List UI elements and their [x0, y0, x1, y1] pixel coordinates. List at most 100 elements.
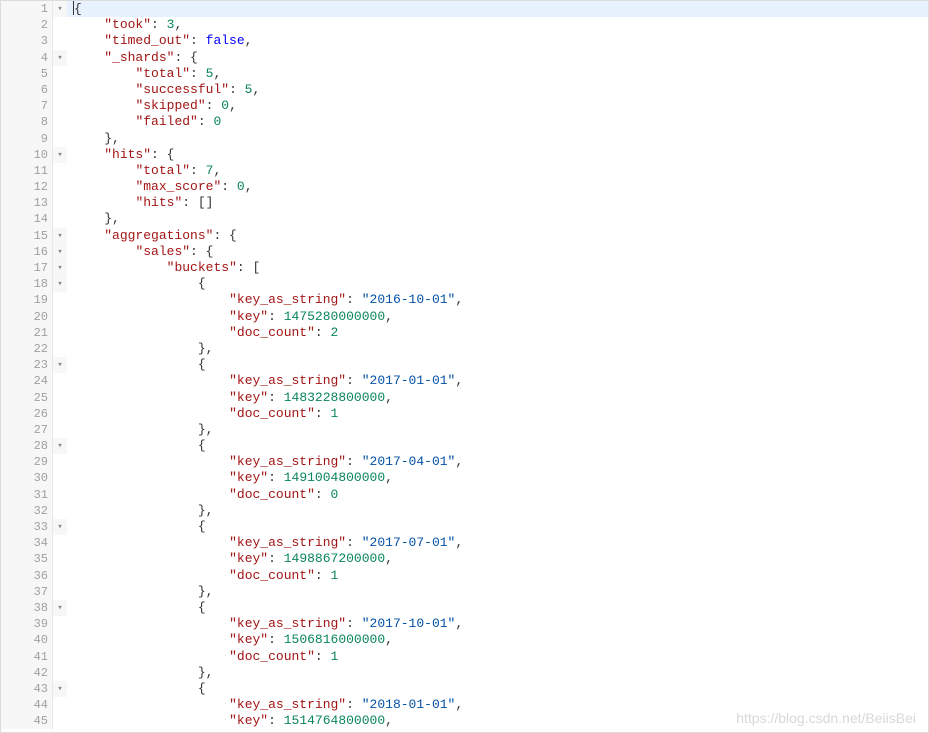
code-line[interactable]: 34 "key_as_string": "2017-07-01", — [1, 535, 928, 551]
code-line[interactable]: 33▾ { — [1, 519, 928, 535]
code-line[interactable]: 15▾ "aggregations": { — [1, 228, 928, 244]
fold-toggle-icon[interactable]: ▾ — [53, 1, 67, 17]
code-content[interactable]: "timed_out": false, — [67, 33, 928, 49]
code-content[interactable]: "failed": 0 — [67, 114, 928, 130]
code-content[interactable]: "sales": { — [67, 244, 928, 260]
code-line[interactable]: 45 "key": 1514764800000, — [1, 713, 928, 729]
code-line[interactable]: 4▾ "_shards": { — [1, 50, 928, 66]
fold-toggle-icon[interactable]: ▾ — [53, 600, 67, 616]
code-content[interactable]: "key_as_string": "2017-07-01", — [67, 535, 928, 551]
fold-toggle-icon[interactable]: ▾ — [53, 681, 67, 697]
code-content[interactable]: "aggregations": { — [67, 228, 928, 244]
code-line[interactable]: 5 "total": 5, — [1, 66, 928, 82]
code-content[interactable]: "hits": { — [67, 147, 928, 163]
code-content[interactable]: { — [67, 1, 928, 18]
code-content[interactable]: "successful": 5, — [67, 82, 928, 98]
code-content[interactable]: "skipped": 0, — [67, 98, 928, 114]
code-line[interactable]: 28▾ { — [1, 438, 928, 454]
code-line[interactable]: 43▾ { — [1, 681, 928, 697]
fold-toggle-icon[interactable]: ▾ — [53, 244, 67, 260]
fold-toggle-icon[interactable]: ▾ — [53, 228, 67, 244]
code-content[interactable]: }, — [67, 584, 928, 600]
code-line[interactable]: 30 "key": 1491004800000, — [1, 470, 928, 486]
code-line[interactable]: 11 "total": 7, — [1, 163, 928, 179]
code-line[interactable]: 35 "key": 1498867200000, — [1, 551, 928, 567]
code-line[interactable]: 26 "doc_count": 1 — [1, 406, 928, 422]
fold-toggle-icon[interactable]: ▾ — [53, 357, 67, 373]
code-content[interactable]: "doc_count": 0 — [67, 487, 928, 503]
code-content[interactable]: "total": 7, — [67, 163, 928, 179]
code-content[interactable]: "key": 1491004800000, — [67, 470, 928, 486]
code-content[interactable]: }, — [67, 211, 928, 227]
code-line[interactable]: 38▾ { — [1, 600, 928, 616]
code-content[interactable]: }, — [67, 665, 928, 681]
code-content[interactable]: "key": 1514764800000, — [67, 713, 928, 729]
code-line[interactable]: 9 }, — [1, 131, 928, 147]
code-content[interactable]: "max_score": 0, — [67, 179, 928, 195]
fold-toggle-icon[interactable]: ▾ — [53, 438, 67, 454]
code-line[interactable]: 17▾ "buckets": [ — [1, 260, 928, 276]
code-content[interactable]: "key": 1483228800000, — [67, 390, 928, 406]
code-content[interactable]: "took": 3, — [67, 17, 928, 33]
code-line[interactable]: 19 "key_as_string": "2016-10-01", — [1, 292, 928, 308]
code-line[interactable]: 37 }, — [1, 584, 928, 600]
code-line[interactable]: 42 }, — [1, 665, 928, 681]
code-content[interactable]: }, — [67, 503, 928, 519]
code-content[interactable]: "key": 1506816000000, — [67, 632, 928, 648]
code-content[interactable]: "hits": [] — [67, 195, 928, 211]
fold-toggle-icon[interactable]: ▾ — [53, 519, 67, 535]
code-content[interactable]: "doc_count": 2 — [67, 325, 928, 341]
code-line[interactable]: 3 "timed_out": false, — [1, 33, 928, 49]
code-content[interactable]: "key_as_string": "2016-10-01", — [67, 292, 928, 308]
code-content[interactable]: "doc_count": 1 — [67, 568, 928, 584]
code-content[interactable]: { — [67, 519, 928, 535]
code-content[interactable]: }, — [67, 422, 928, 438]
code-content[interactable]: "key_as_string": "2017-10-01", — [67, 616, 928, 632]
code-line[interactable]: 36 "doc_count": 1 — [1, 568, 928, 584]
code-editor[interactable]: 1▾{2 "took": 3,3 "timed_out": false,4▾ "… — [1, 1, 928, 732]
code-line[interactable]: 32 }, — [1, 503, 928, 519]
code-content[interactable]: "doc_count": 1 — [67, 649, 928, 665]
code-content[interactable]: "_shards": { — [67, 50, 928, 66]
code-content[interactable]: { — [67, 438, 928, 454]
code-line[interactable]: 10▾ "hits": { — [1, 147, 928, 163]
code-line[interactable]: 1▾{ — [1, 1, 928, 17]
code-line[interactable]: 12 "max_score": 0, — [1, 179, 928, 195]
code-line[interactable]: 13 "hits": [] — [1, 195, 928, 211]
code-content[interactable]: }, — [67, 341, 928, 357]
code-line[interactable]: 2 "took": 3, — [1, 17, 928, 33]
code-line[interactable]: 39 "key_as_string": "2017-10-01", — [1, 616, 928, 632]
code-content[interactable]: { — [67, 276, 928, 292]
code-content[interactable]: }, — [67, 131, 928, 147]
code-line[interactable]: 16▾ "sales": { — [1, 244, 928, 260]
code-line[interactable]: 20 "key": 1475280000000, — [1, 309, 928, 325]
code-line[interactable]: 8 "failed": 0 — [1, 114, 928, 130]
code-line[interactable]: 44 "key_as_string": "2018-01-01", — [1, 697, 928, 713]
code-line[interactable]: 14 }, — [1, 211, 928, 227]
code-line[interactable]: 22 }, — [1, 341, 928, 357]
code-line[interactable]: 18▾ { — [1, 276, 928, 292]
fold-toggle-icon[interactable]: ▾ — [53, 147, 67, 163]
fold-toggle-icon[interactable]: ▾ — [53, 50, 67, 66]
code-line[interactable]: 40 "key": 1506816000000, — [1, 632, 928, 648]
code-content[interactable]: "total": 5, — [67, 66, 928, 82]
code-line[interactable]: 24 "key_as_string": "2017-01-01", — [1, 373, 928, 389]
code-line[interactable]: 27 }, — [1, 422, 928, 438]
code-line[interactable]: 6 "successful": 5, — [1, 82, 928, 98]
code-line[interactable]: 7 "skipped": 0, — [1, 98, 928, 114]
code-line[interactable]: 25 "key": 1483228800000, — [1, 390, 928, 406]
code-content[interactable]: { — [67, 357, 928, 373]
code-content[interactable]: { — [67, 600, 928, 616]
code-content[interactable]: "buckets": [ — [67, 260, 928, 276]
code-content[interactable]: "doc_count": 1 — [67, 406, 928, 422]
code-line[interactable]: 21 "doc_count": 2 — [1, 325, 928, 341]
code-content[interactable]: "key_as_string": "2017-01-01", — [67, 373, 928, 389]
fold-toggle-icon[interactable]: ▾ — [53, 260, 67, 276]
code-line[interactable]: 29 "key_as_string": "2017-04-01", — [1, 454, 928, 470]
code-line[interactable]: 23▾ { — [1, 357, 928, 373]
code-content[interactable]: "key": 1498867200000, — [67, 551, 928, 567]
code-content[interactable]: "key": 1475280000000, — [67, 309, 928, 325]
code-line[interactable]: 41 "doc_count": 1 — [1, 649, 928, 665]
code-line[interactable]: 31 "doc_count": 0 — [1, 487, 928, 503]
fold-toggle-icon[interactable]: ▾ — [53, 276, 67, 292]
